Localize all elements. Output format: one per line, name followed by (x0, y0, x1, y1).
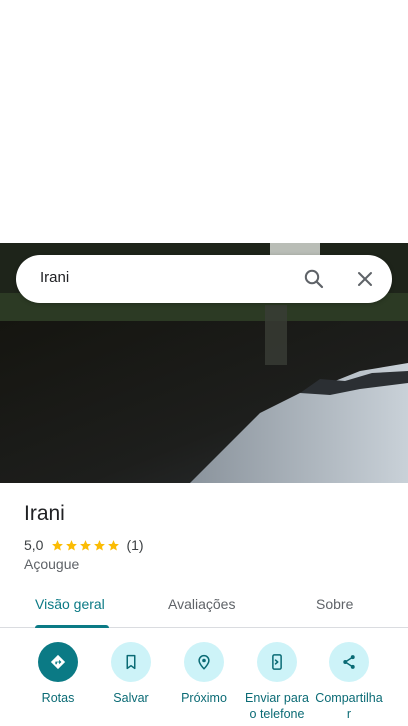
tab-about[interactable]: Sobre (316, 596, 353, 612)
nearby-label: Próximo (181, 691, 227, 705)
bookmark-icon (111, 642, 151, 682)
search-bar[interactable]: Irani (16, 255, 392, 303)
send-to-phone-icon (257, 642, 297, 682)
search-icon[interactable] (302, 267, 326, 291)
directions-icon (38, 642, 78, 682)
share-label: Compartilhar (315, 691, 383, 721)
save-button[interactable]: Salvar (96, 642, 166, 706)
tab-bar: Visão geral Avaliações Sobre (0, 586, 408, 628)
tab-reviews[interactable]: Avaliações (168, 596, 235, 612)
active-tab-indicator (35, 625, 109, 628)
send-to-phone-button[interactable]: Enviar para o telefone (242, 642, 312, 722)
rating-row[interactable]: 5,0 (1) (24, 537, 144, 553)
directions-label: Rotas (41, 691, 75, 705)
map-area[interactable] (0, 0, 408, 243)
save-label: Salvar (113, 691, 149, 705)
share-button[interactable]: Compartilhar (314, 642, 384, 722)
action-bar: Rotas Salvar Próximo Enviar para o telef… (0, 640, 408, 726)
star-icon (66, 539, 78, 550)
star-icon (94, 539, 106, 550)
star-icon (80, 539, 92, 550)
directions-button[interactable]: Rotas (23, 642, 93, 706)
close-icon[interactable] (353, 267, 377, 291)
rating-value: 5,0 (24, 537, 44, 553)
star-icon (108, 539, 120, 550)
place-title: Irani (24, 502, 65, 525)
star-icon (52, 539, 64, 550)
tab-overview[interactable]: Visão geral (35, 596, 105, 612)
place-category[interactable]: Açougue (24, 556, 79, 572)
nearby-button[interactable]: Próximo (169, 642, 239, 706)
review-count[interactable]: (1) (126, 537, 143, 553)
nearby-icon (184, 642, 224, 682)
star-rating (51, 539, 120, 552)
share-icon (329, 642, 369, 682)
search-input[interactable]: Irani (40, 269, 69, 286)
send-to-phone-label: Enviar para o telefone (245, 691, 309, 721)
